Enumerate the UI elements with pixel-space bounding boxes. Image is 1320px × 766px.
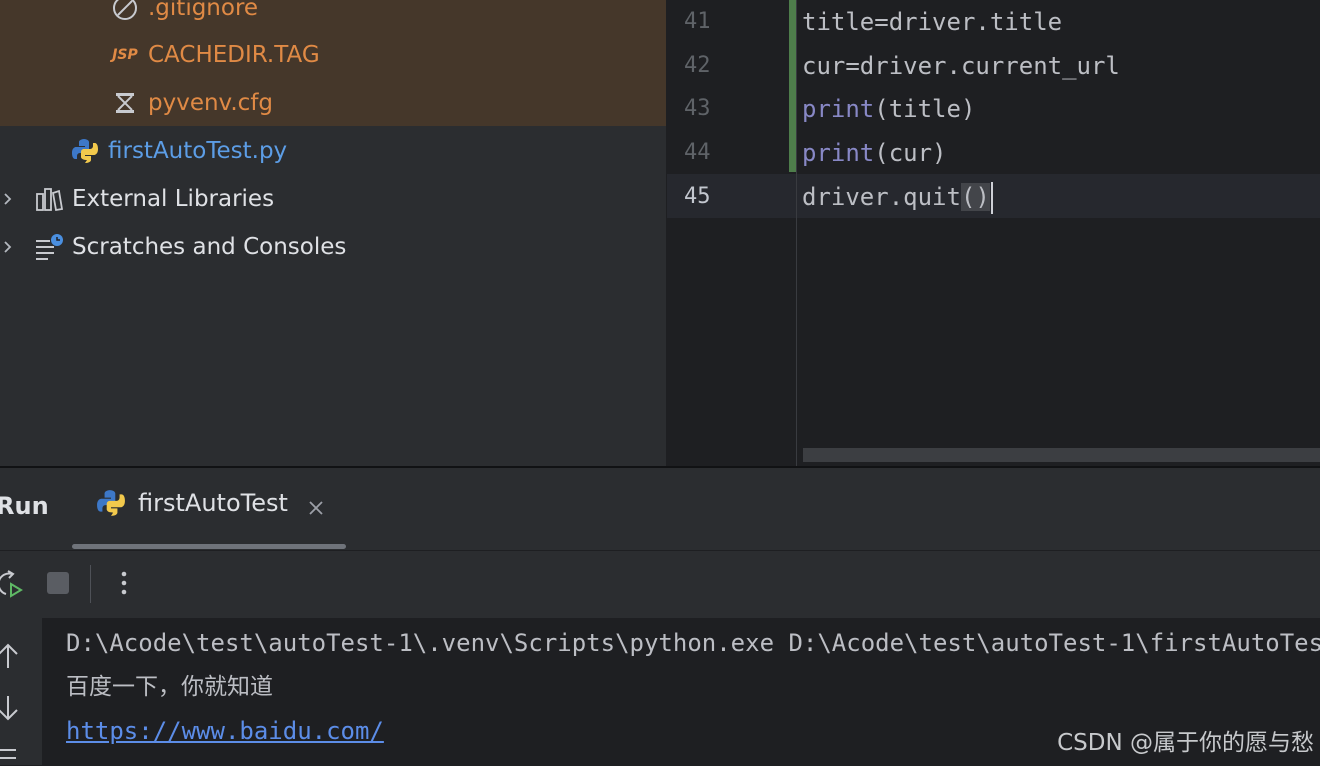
tag-file-icon: JSP (112, 47, 138, 63)
toolbar-separator (90, 565, 91, 603)
code-line-42[interactable]: cur=driver.current_url (802, 44, 1120, 88)
code-text: driver.quit (802, 183, 961, 211)
print-keyword: print (802, 139, 875, 167)
text-caret (990, 182, 993, 214)
console-command-line: D:\Acode\test\autoTest-1\.venv\Scripts\p… (66, 629, 1320, 657)
console-url-link[interactable]: https://www.baidu.com/ (66, 709, 384, 753)
line-number: 44 (684, 140, 711, 165)
line-number: 42 (684, 53, 711, 78)
print-keyword: print (802, 95, 875, 123)
rerun-button[interactable] (0, 568, 24, 598)
tree-item-label: firstAutoTest.py (108, 138, 288, 164)
code-editor[interactable]: 41 42 43 44 45 title=driver.title cur=dr… (667, 0, 1320, 466)
rerun-icon (0, 570, 23, 598)
horizontal-scrollbar[interactable] (803, 448, 1320, 462)
gutter-separator (796, 0, 797, 466)
console-side-toolbar (0, 618, 42, 765)
tree-item-label: External Libraries (72, 186, 275, 212)
code-text: (title) (874, 95, 976, 123)
tree-item-label: .gitignore (148, 0, 259, 21)
code-line-45[interactable]: driver.quit() (802, 175, 993, 219)
run-toolbar (0, 551, 1320, 618)
csdn-watermark: CSDN @属于你的愿与愁 (1057, 730, 1314, 756)
project-tree: .gitignore JSP CACHEDIR.TAG pyvenv.cfg f… (0, 0, 666, 466)
stop-icon (47, 572, 69, 594)
tree-item-label: pyvenv.cfg (148, 90, 274, 116)
tree-item-firstautotest-py[interactable]: firstAutoTest.py (70, 129, 287, 173)
tree-item-external-libraries[interactable]: External Libraries (4, 177, 275, 221)
more-vertical-icon (121, 571, 127, 595)
matched-paren-highlight: () (960, 183, 990, 211)
line-number-gutter: 41 42 43 44 45 (667, 0, 797, 466)
config-file-icon (110, 88, 140, 118)
tree-item-cachedir-tag[interactable]: JSP CACHEDIR.TAG (110, 33, 320, 77)
tree-item-label: Scratches and Consoles (72, 234, 347, 260)
scroll-up-icon[interactable] (0, 642, 20, 670)
run-panel-header: Run firstAutoTest (0, 468, 1320, 551)
line-number: 41 (684, 9, 711, 34)
tree-item-label: CACHEDIR.TAG (148, 42, 320, 68)
excluded-folder-highlight (0, 0, 666, 126)
tree-item-gitignore[interactable]: .gitignore (110, 0, 258, 30)
more-options-button[interactable] (109, 568, 139, 598)
tree-item-scratches-and-consoles[interactable]: Scratches and Consoles (4, 225, 347, 269)
active-tab-indicator (72, 544, 346, 549)
vcs-change-marker[interactable] (789, 0, 796, 172)
console-output-line: 百度一下，你就知道 (66, 674, 273, 700)
library-icon (34, 184, 64, 214)
code-line-41[interactable]: title=driver.title (802, 0, 1062, 44)
soft-wrap-icon[interactable] (0, 746, 20, 766)
tree-item-pyvenv-cfg[interactable]: pyvenv.cfg (110, 81, 273, 125)
run-panel-title: Run (0, 492, 49, 520)
scratches-icon (34, 232, 64, 262)
stop-button[interactable] (43, 568, 73, 598)
close-icon[interactable] (306, 498, 326, 518)
scroll-down-icon[interactable] (0, 694, 20, 722)
run-tab-firstautotest[interactable]: firstAutoTest (96, 488, 288, 518)
code-line-44[interactable]: print(cur) (802, 131, 947, 175)
chevron-right-icon[interactable] (0, 239, 16, 255)
ignore-file-icon (110, 0, 140, 23)
python-file-icon (70, 136, 100, 166)
line-number: 43 (684, 96, 711, 121)
line-number-current: 45 (684, 184, 711, 209)
code-line-43[interactable]: print(title) (802, 87, 975, 131)
python-file-icon (96, 488, 126, 518)
run-tab-label: firstAutoTest (138, 489, 288, 517)
code-text: (cur) (874, 139, 947, 167)
chevron-right-icon[interactable] (0, 191, 16, 207)
